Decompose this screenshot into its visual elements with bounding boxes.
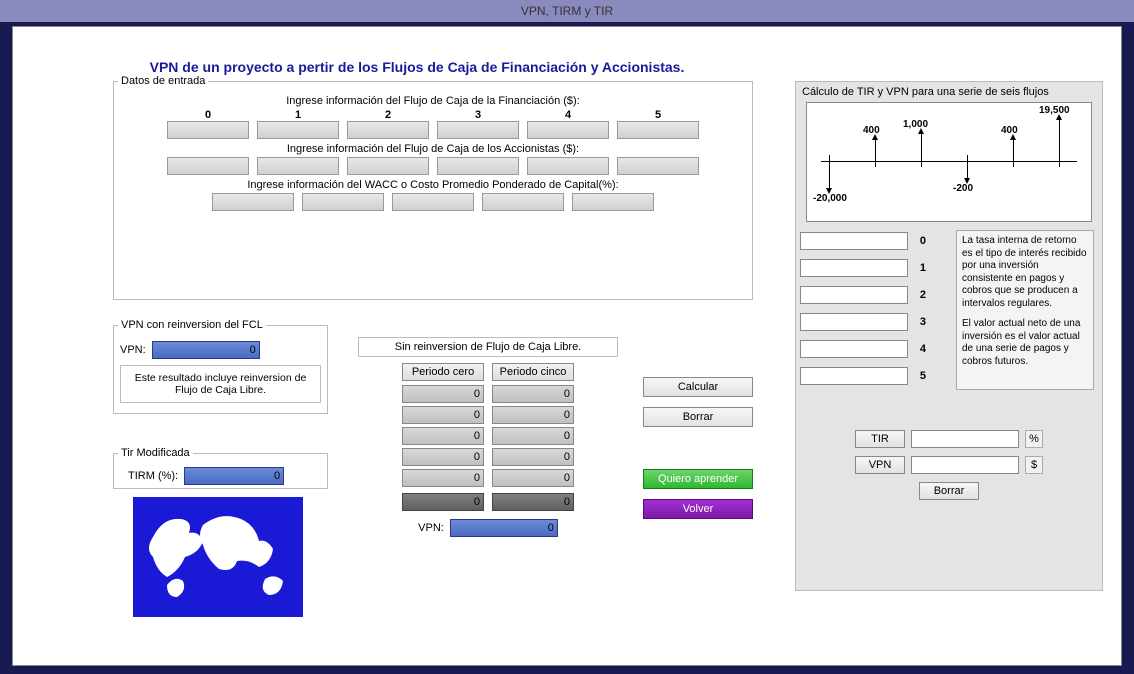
acc-4[interactable] <box>527 157 609 175</box>
sr-4-1 <box>492 469 574 487</box>
borrar-button[interactable]: Borrar <box>643 407 753 427</box>
page-title: VPN de un proyecto a pertir de los Flujo… <box>13 59 1121 75</box>
calcular-button[interactable]: Calcular <box>643 377 753 397</box>
vpn-reinv-legend: VPN con reinversion del FCL <box>118 319 266 331</box>
sr-4-0 <box>402 469 484 487</box>
tirm-group: Tir Modificada TIRM (%): <box>113 447 328 489</box>
volver-button[interactable]: Volver <box>643 499 753 519</box>
flow-5[interactable] <box>800 367 908 385</box>
fin-4[interactable] <box>527 121 609 139</box>
tirm-value <box>184 467 284 485</box>
acc-row <box>118 157 748 175</box>
periodo-cinco-button[interactable]: Periodo cinco <box>492 363 574 381</box>
wacc-3[interactable] <box>482 193 564 211</box>
titlebar: VPN, TIRM y TIR <box>0 0 1134 22</box>
globe-icon <box>133 497 303 617</box>
cashflow-diagram: -20,000 400 1,000 -200 400 19,500 <box>806 102 1092 222</box>
sr-1-0 <box>402 406 484 424</box>
flow-0[interactable] <box>800 232 908 250</box>
sr-sum-1 <box>492 493 574 511</box>
window: VPN de un proyecto a pertir de los Flujo… <box>12 26 1122 666</box>
acc-3[interactable] <box>437 157 519 175</box>
right-panel: Cálculo de TIR y VPN para una serie de s… <box>795 81 1103 591</box>
sr-3-0 <box>402 448 484 466</box>
quiero-aprender-button[interactable]: Quiero aprender <box>643 469 753 489</box>
vpn-reinv-note: Este resultado incluye reinversion de Fl… <box>120 365 321 403</box>
flow-2[interactable] <box>800 286 908 304</box>
fin-1[interactable] <box>257 121 339 139</box>
fin-3[interactable] <box>437 121 519 139</box>
flow-4[interactable] <box>800 340 908 358</box>
sin-reinv-title: Sin reinversion de Flujo de Caja Libre. <box>358 337 618 357</box>
flow-inputs: 0 1 2 3 4 5 <box>800 232 940 385</box>
tir-button[interactable]: TIR <box>855 430 905 448</box>
fin-0[interactable] <box>167 121 249 139</box>
fin-2[interactable] <box>347 121 429 139</box>
tir-output <box>911 430 1019 448</box>
right-description: La tasa interna de retorno es el tipo de… <box>956 230 1094 390</box>
right-borrar-button[interactable]: Borrar <box>919 482 979 500</box>
prompt-acc: Ingrese información del Flujo de Caja de… <box>118 143 748 155</box>
sr-sum-0 <box>402 493 484 511</box>
period-headers: 012345 <box>118 109 748 121</box>
prompt-fin: Ingrese información del Flujo de Caja de… <box>118 95 748 107</box>
sr-vpn-value <box>450 519 558 537</box>
flow-3[interactable] <box>800 313 908 331</box>
sr-0-1 <box>492 385 574 403</box>
acc-5[interactable] <box>617 157 699 175</box>
flow-1[interactable] <box>800 259 908 277</box>
sr-1-1 <box>492 406 574 424</box>
vpn-reinv-label: VPN: <box>120 344 146 356</box>
fin-row <box>118 121 748 139</box>
tirm-legend: Tir Modificada <box>118 447 193 459</box>
pct-unit: % <box>1025 430 1043 448</box>
sr-0-0 <box>402 385 484 403</box>
acc-2[interactable] <box>347 157 429 175</box>
sr-2-0 <box>402 427 484 445</box>
prompt-wacc: Ingrese información del WACC o Costo Pro… <box>118 179 748 191</box>
wacc-1[interactable] <box>302 193 384 211</box>
vpn-output <box>911 456 1019 474</box>
wacc-2[interactable] <box>392 193 474 211</box>
vpn-button[interactable]: VPN <box>855 456 905 474</box>
right-title: Cálculo de TIR y VPN para una serie de s… <box>796 82 1102 102</box>
datos-legend: Datos de entrada <box>118 75 208 87</box>
vpn-reinv-value <box>152 341 260 359</box>
action-buttons: Calcular Borrar Quiero aprender Volver <box>643 377 753 529</box>
tirm-label: TIRM (%): <box>128 470 178 482</box>
dollar-unit: $ <box>1025 456 1043 474</box>
wacc-4[interactable] <box>572 193 654 211</box>
datos-entrada-group: Datos de entrada Ingrese información del… <box>113 75 753 300</box>
fin-5[interactable] <box>617 121 699 139</box>
acc-0[interactable] <box>167 157 249 175</box>
sin-reinv-group: Sin reinversion de Flujo de Caja Libre. … <box>358 337 618 537</box>
acc-1[interactable] <box>257 157 339 175</box>
periodo-cero-button[interactable]: Periodo cero <box>402 363 484 381</box>
sr-3-1 <box>492 448 574 466</box>
vpn-reinv-group: VPN con reinversion del FCL VPN: Este re… <box>113 319 328 414</box>
wacc-row <box>118 193 748 211</box>
sr-2-1 <box>492 427 574 445</box>
wacc-0[interactable] <box>212 193 294 211</box>
sr-vpn-label: VPN: <box>418 522 444 534</box>
